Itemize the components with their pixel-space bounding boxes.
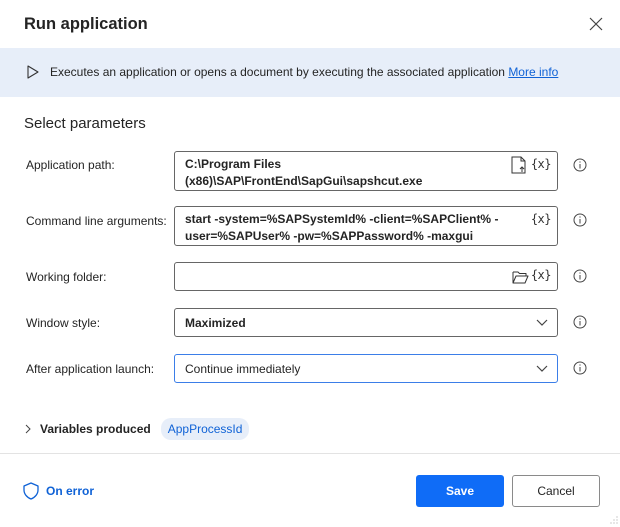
chevron-down-icon[interactable]: [536, 319, 548, 327]
on-error-label: On error: [46, 484, 95, 498]
save-button[interactable]: Save: [416, 475, 504, 507]
more-info-link[interactable]: More info: [508, 65, 558, 79]
dialog-title: Run application: [24, 15, 148, 33]
folder-icon[interactable]: [512, 270, 529, 284]
working-folder-label: Working folder:: [26, 270, 107, 284]
footer-divider: [0, 453, 620, 454]
banner-description: Executes an application or opens a docum…: [50, 65, 558, 79]
variable-icon[interactable]: {x}: [531, 268, 552, 282]
on-error-button[interactable]: On error: [23, 482, 94, 500]
variables-produced-toggle[interactable]: Variables produced: [40, 422, 151, 436]
chevron-right-icon[interactable]: [24, 424, 32, 434]
application-path-label: Application path:: [26, 158, 115, 172]
banner-text: Executes an application or opens a docum…: [50, 65, 505, 79]
info-icon[interactable]: [573, 315, 587, 329]
chevron-down-icon[interactable]: [536, 365, 548, 373]
window-style-selected[interactable]: Maximized: [185, 315, 507, 332]
section-title: Select parameters: [24, 115, 146, 132]
command-line-arguments-value[interactable]: start -system=%SAPSystemId% -client=%SAP…: [185, 211, 507, 245]
application-path-value[interactable]: C:\Program Files (x86)\SAP\FrontEnd\SapG…: [185, 156, 507, 190]
shield-icon: [23, 482, 39, 500]
command-line-arguments-field[interactable]: start -system=%SAPSystemId% -client=%SAP…: [174, 206, 558, 246]
info-icon[interactable]: [573, 158, 587, 172]
info-icon[interactable]: [573, 361, 587, 375]
window-style-label: Window style:: [26, 316, 101, 330]
resize-grip-icon[interactable]: [608, 514, 618, 524]
application-path-field[interactable]: C:\Program Files (x86)\SAP\FrontEnd\SapG…: [174, 151, 558, 191]
description-banner: Executes an application or opens a docum…: [0, 48, 620, 97]
window-style-dropdown[interactable]: Maximized: [174, 308, 558, 337]
working-folder-field[interactable]: {x}: [174, 262, 558, 291]
after-application-launch-dropdown[interactable]: Continue immediately: [174, 354, 558, 383]
play-icon: [27, 65, 39, 79]
after-application-launch-selected[interactable]: Continue immediately: [185, 361, 507, 378]
file-select-icon[interactable]: [511, 156, 527, 174]
variable-chip[interactable]: AppProcessId: [160, 418, 250, 440]
cancel-button[interactable]: Cancel: [512, 475, 600, 507]
after-application-launch-label: After application launch:: [26, 362, 155, 376]
variables-produced-section: Variables produced AppProcessId: [24, 418, 250, 440]
close-icon[interactable]: [586, 14, 606, 34]
command-line-arguments-label: Command line arguments:: [26, 214, 167, 228]
variable-icon[interactable]: {x}: [531, 212, 552, 226]
info-icon[interactable]: [573, 213, 587, 227]
info-icon[interactable]: [573, 269, 587, 283]
variable-icon[interactable]: {x}: [531, 157, 552, 171]
